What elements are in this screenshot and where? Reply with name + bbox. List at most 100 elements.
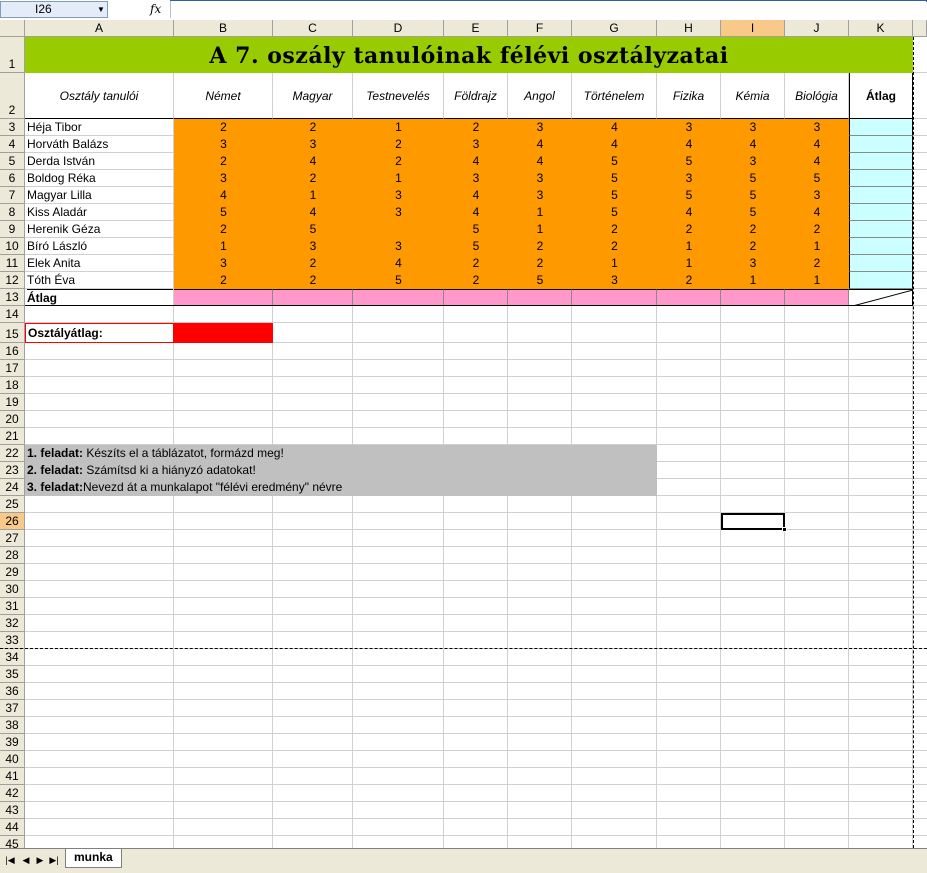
average-row-cell[interactable]: [353, 289, 444, 306]
grade-cell[interactable]: 3: [174, 170, 273, 187]
average-cell[interactable]: [849, 136, 913, 153]
grade-cell[interactable]: 2: [273, 255, 353, 272]
grade-cell[interactable]: 1: [785, 238, 849, 255]
grade-cell[interactable]: 5: [721, 170, 785, 187]
average-row-label[interactable]: Átlag: [27, 289, 173, 306]
average-row-cell[interactable]: [273, 289, 353, 306]
average-cell[interactable]: [849, 204, 913, 221]
column-header-f[interactable]: F: [508, 20, 572, 37]
row-header-19[interactable]: 19: [0, 394, 25, 411]
header-subject[interactable]: Földrajz: [444, 73, 508, 119]
grade-cell[interactable]: 2: [657, 221, 721, 238]
row-header-35[interactable]: 35: [0, 666, 25, 683]
sheet-tab-munka[interactable]: munka: [65, 849, 122, 868]
grade-cell[interactable]: 3: [572, 272, 657, 289]
grade-cell[interactable]: 3: [353, 204, 444, 221]
header-subject[interactable]: Angol: [508, 73, 572, 119]
row-header-1[interactable]: 1: [0, 37, 25, 73]
grade-cell[interactable]: 3: [444, 136, 508, 153]
header-subject[interactable]: Biológia: [785, 73, 849, 119]
grade-cell[interactable]: 1: [508, 204, 572, 221]
grade-cell[interactable]: 5: [785, 170, 849, 187]
grade-cell[interactable]: 4: [273, 204, 353, 221]
row-header-32[interactable]: 32: [0, 615, 25, 632]
row-header-37[interactable]: 37: [0, 700, 25, 717]
grade-cell[interactable]: 4: [273, 153, 353, 170]
grade-cell[interactable]: 2: [785, 221, 849, 238]
grade-cell[interactable]: 2: [273, 170, 353, 187]
row-header-43[interactable]: 43: [0, 802, 25, 819]
worksheet[interactable]: ABCDEFGHIJK 1 2 3 4 5 6 7 8 9 10 11 12 13 14 15 16 17 18 1…: [0, 20, 927, 848]
grade-cell[interactable]: 3: [657, 170, 721, 187]
diagonal-cell[interactable]: [849, 289, 913, 306]
row-header-15[interactable]: 15: [0, 323, 25, 343]
grade-cell[interactable]: 4: [174, 187, 273, 204]
grade-cell[interactable]: 5: [444, 238, 508, 255]
header-subject[interactable]: Német: [174, 73, 273, 119]
select-all-corner[interactable]: [0, 20, 25, 37]
grade-cell[interactable]: 5: [657, 153, 721, 170]
grade-cell[interactable]: 4: [785, 153, 849, 170]
grade-cell[interactable]: 3: [508, 187, 572, 204]
row-header-45[interactable]: 45: [0, 836, 25, 848]
grade-cell[interactable]: 2: [273, 272, 353, 289]
grade-cell[interactable]: 1: [174, 238, 273, 255]
row-header-42[interactable]: 42: [0, 785, 25, 802]
row-header-41[interactable]: 41: [0, 768, 25, 785]
name-box[interactable]: I26: [0, 1, 108, 18]
task-line[interactable]: 1. feladat: Készíts el a táblázatot, for…: [27, 445, 655, 462]
average-row-cell[interactable]: [721, 289, 785, 306]
grade-cell[interactable]: 1: [572, 255, 657, 272]
grade-cell[interactable]: 1: [353, 170, 444, 187]
grade-cell[interactable]: 4: [444, 187, 508, 204]
row-header-10[interactable]: 10: [0, 238, 25, 255]
row-header-25[interactable]: 25: [0, 496, 25, 513]
grade-cell[interactable]: 1: [273, 187, 353, 204]
grade-cell[interactable]: 5: [721, 204, 785, 221]
grade-cell[interactable]: 5: [572, 187, 657, 204]
student-name[interactable]: Bíró László: [27, 238, 173, 255]
column-header-g[interactable]: G: [572, 20, 657, 37]
grade-cell[interactable]: 2: [785, 255, 849, 272]
grade-cell[interactable]: 5: [444, 221, 508, 238]
grade-cell[interactable]: 3: [174, 136, 273, 153]
grade-cell[interactable]: 3: [508, 119, 572, 136]
row-header-34[interactable]: 34: [0, 649, 25, 666]
row-header-5[interactable]: 5: [0, 153, 25, 170]
row-header-6[interactable]: 6: [0, 170, 25, 187]
row-header-7[interactable]: 7: [0, 187, 25, 204]
grade-cell[interactable]: 2: [444, 272, 508, 289]
row-header-18[interactable]: 18: [0, 377, 25, 394]
grade-cell[interactable]: 1: [657, 255, 721, 272]
grade-cell[interactable]: 2: [721, 221, 785, 238]
grade-cell[interactable]: 4: [572, 119, 657, 136]
grade-cell[interactable]: 3: [508, 170, 572, 187]
grade-cell[interactable]: 3: [657, 119, 721, 136]
row-header-8[interactable]: 8: [0, 204, 25, 221]
grade-cell[interactable]: 2: [353, 153, 444, 170]
sheet-title[interactable]: A 7. oszály tanulóinak félévi osztályzat…: [25, 37, 913, 74]
grade-cell[interactable]: 4: [785, 204, 849, 221]
column-header-i[interactable]: I: [721, 20, 785, 37]
row-header-44[interactable]: 44: [0, 819, 25, 836]
average-row-cell[interactable]: [444, 289, 508, 306]
chevron-down-icon[interactable]: ▼: [95, 2, 107, 17]
grade-cell[interactable]: 4: [444, 204, 508, 221]
grade-cell[interactable]: 4: [657, 204, 721, 221]
student-name[interactable]: Tóth Éva: [27, 272, 173, 289]
grade-cell[interactable]: 5: [657, 187, 721, 204]
row-header-31[interactable]: 31: [0, 598, 25, 615]
student-name[interactable]: Horváth Balázs: [27, 136, 173, 153]
row-header-29[interactable]: 29: [0, 564, 25, 581]
grade-cell[interactable]: 3: [785, 187, 849, 204]
row-header-33[interactable]: 33: [0, 632, 25, 649]
column-header-c[interactable]: C: [273, 20, 353, 37]
grade-cell[interactable]: 2: [721, 238, 785, 255]
average-cell[interactable]: [849, 238, 913, 255]
function-icon[interactable]: fx: [150, 1, 166, 18]
header-subject[interactable]: Testnevelés: [353, 73, 444, 119]
grade-cell[interactable]: [353, 221, 444, 238]
row-header-16[interactable]: 16: [0, 343, 25, 360]
row-header-17[interactable]: 17: [0, 360, 25, 377]
average-row-cell[interactable]: [572, 289, 657, 306]
